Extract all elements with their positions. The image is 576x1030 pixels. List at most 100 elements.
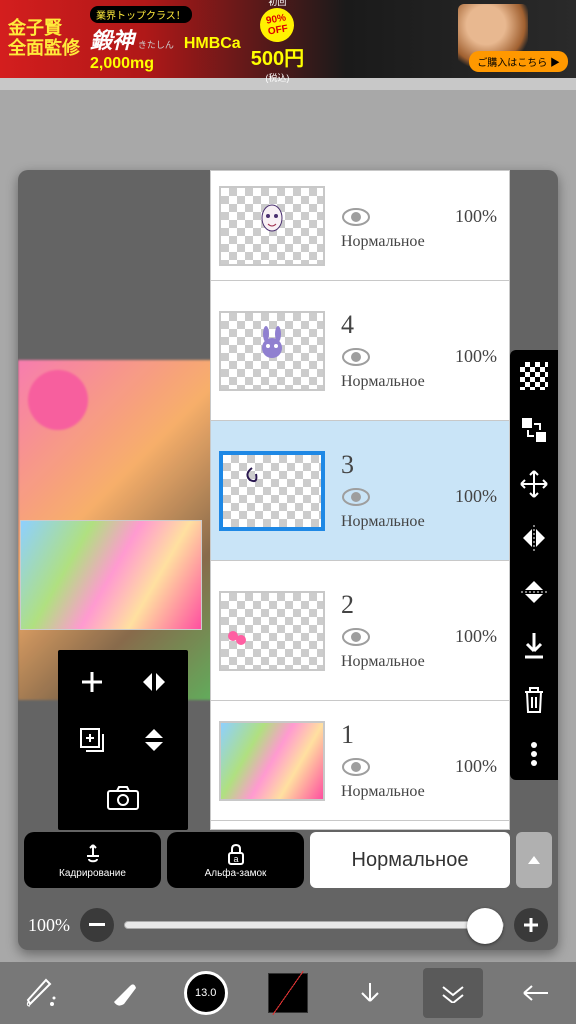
dots-icon: [530, 741, 538, 767]
reference-image[interactable]: [20, 520, 202, 630]
down-arrow-button[interactable]: [340, 968, 400, 1018]
layer-blend-mode: Нормальное: [341, 783, 497, 801]
layers-panel[interactable]: 100% Нормальное 4 100% Нормальное: [210, 170, 510, 830]
bottom-toolbar: 13.0: [0, 962, 576, 1024]
lock-icon: a: [224, 842, 248, 866]
layers-toggle-button[interactable]: [423, 968, 483, 1018]
bunny-icon: [257, 326, 287, 360]
crop-icon: [81, 842, 105, 866]
layer-item-selected[interactable]: 3 100% Нормальное: [211, 421, 509, 561]
visibility-icon[interactable]: [341, 487, 371, 507]
flip-h-icon: [139, 669, 169, 695]
layer-thumbnail[interactable]: [219, 591, 325, 671]
color-swatch-button[interactable]: [258, 968, 318, 1018]
opacity-row: 100%: [18, 908, 558, 942]
duplicate-layer-button[interactable]: [68, 718, 116, 762]
brush-tool-button[interactable]: [11, 968, 71, 1018]
opacity-increase-button[interactable]: [514, 908, 548, 942]
merge-icon: [520, 416, 548, 444]
color-swatch: [268, 973, 308, 1013]
ad-price-block: 初回 90% OFF 500円 (税込): [251, 0, 304, 84]
ad-first: 初回: [251, 0, 304, 8]
face-icon: [259, 203, 285, 233]
ad-price: 500円: [251, 42, 304, 71]
ad-tax: (税込): [251, 71, 304, 84]
svg-text:a: a: [233, 854, 238, 864]
ad-buy-button[interactable]: ご購入はこちら ▶: [469, 51, 568, 72]
opacity-decrease-button[interactable]: [80, 908, 114, 942]
double-chevron-icon: [439, 983, 467, 1003]
add-layer-button[interactable]: [68, 660, 116, 704]
layer-item[interactable]: 100% Нормальное: [211, 171, 509, 281]
app-viewport: 100% Нормальное 4 100% Нормальное: [0, 90, 576, 1024]
plus-icon: [78, 668, 106, 696]
flip-v-icon: [521, 577, 547, 607]
layer-item[interactable]: 1 100% Нормальное: [211, 701, 509, 821]
layer-opacity: 100%: [455, 486, 497, 507]
layer-thumbnail[interactable]: [219, 721, 325, 801]
flip-v-button[interactable]: [130, 718, 178, 762]
arrow-left-icon: [520, 983, 550, 1003]
layer-number: 4: [341, 310, 497, 340]
flip-v-icon: [141, 725, 167, 755]
camera-button[interactable]: [68, 776, 178, 820]
layer-blend-mode: Нормальное: [341, 233, 497, 251]
visibility-icon[interactable]: [341, 627, 371, 647]
layer-thumbnail[interactable]: [219, 311, 325, 391]
flip-h-icon: [519, 525, 549, 551]
layer-number: 2: [341, 590, 497, 620]
camera-icon: [106, 785, 140, 811]
brush-size-button[interactable]: 13.0: [176, 968, 236, 1018]
layer-number: 1: [341, 720, 497, 750]
transform-button[interactable]: [518, 468, 550, 500]
layer-item[interactable]: 2 100% Нормальное: [211, 561, 509, 701]
ad-brand: 鍛神: [90, 28, 134, 53]
duplicate-icon: [78, 726, 106, 754]
blend-mode-selector[interactable]: Нормальное: [310, 832, 510, 888]
layer-blend-mode: Нормальное: [341, 653, 497, 671]
ad-middle: 業界トップクラス！ 鍛神 きたしん HMBCa2,000mg: [90, 6, 241, 73]
collapse-button[interactable]: [516, 832, 552, 888]
ad-sub: きたしん: [138, 40, 174, 50]
layer-thumbnail[interactable]: [219, 186, 325, 266]
eraser-icon: [106, 978, 140, 1008]
visibility-icon[interactable]: [341, 347, 371, 367]
ad-sponsor: 金子賢 全面監修: [8, 19, 80, 59]
more-options-button[interactable]: [518, 738, 550, 770]
visibility-icon[interactable]: [341, 757, 371, 777]
layer-blend-mode: Нормальное: [341, 373, 497, 391]
ad-banner[interactable]: 金子賢 全面監修 業界トップクラス！ 鍛神 きたしん HMBCa2,000mg …: [0, 0, 576, 78]
checker-icon: [520, 362, 548, 390]
layer-add-tools: [58, 650, 188, 830]
opacity-slider[interactable]: [124, 921, 504, 929]
slider-knob[interactable]: [467, 908, 503, 944]
flip-vertical-button[interactable]: [518, 576, 550, 608]
layer-actions: Кадрирование a Альфа-замок Нормальное: [18, 832, 558, 888]
flip-button[interactable]: [130, 660, 178, 704]
flip-horizontal-button[interactable]: [518, 522, 550, 554]
layer-blend-mode: Нормальное: [341, 513, 497, 531]
alpha-lock-button[interactable]: a Альфа-замок: [167, 832, 304, 888]
pink-icon: [227, 630, 247, 646]
plus-icon: [523, 917, 539, 933]
layer-thumbnail[interactable]: [219, 451, 325, 531]
triangle-up-icon: [526, 854, 542, 866]
brush-size-value: 13.0: [195, 987, 216, 999]
merge-button[interactable]: [518, 414, 550, 446]
visibility-icon[interactable]: [341, 207, 371, 227]
transparency-button[interactable]: [518, 360, 550, 392]
eraser-tool-button[interactable]: [93, 968, 153, 1018]
layer-item[interactable]: 4 100% Нормальное: [211, 281, 509, 421]
alpha-label: Альфа-замок: [205, 868, 267, 879]
download-icon: [522, 631, 546, 661]
crop-label: Кадрирование: [59, 868, 126, 879]
ad-mg: 2,000mg: [90, 55, 154, 72]
merge-down-button[interactable]: [518, 630, 550, 662]
back-button[interactable]: [505, 968, 565, 1018]
brush-size-ring: 13.0: [184, 971, 228, 1015]
move-icon: [519, 469, 549, 499]
crop-button[interactable]: Кадрирование: [24, 832, 161, 888]
delete-layer-button[interactable]: [518, 684, 550, 716]
layer-opacity: 100%: [455, 756, 497, 777]
layer-opacity: 100%: [455, 626, 497, 647]
